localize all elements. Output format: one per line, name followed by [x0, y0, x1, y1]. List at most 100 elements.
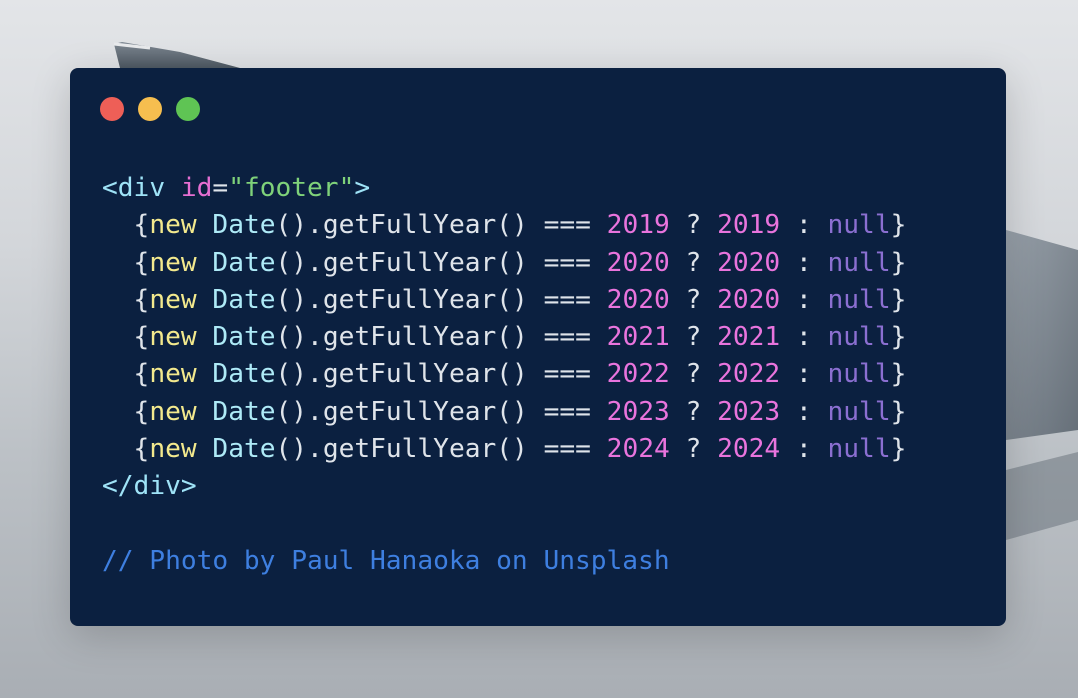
- close-tag-lt: </: [102, 471, 134, 502]
- token-colon: :: [795, 210, 812, 241]
- token-year2: 2024: [717, 434, 781, 465]
- minimize-dot-icon: [138, 97, 162, 121]
- token-close-brace: }: [890, 322, 907, 353]
- token-op: ===: [543, 247, 591, 278]
- token-null: null: [827, 284, 891, 315]
- token-colon: :: [795, 396, 812, 427]
- token-paren-pair: (): [275, 434, 308, 465]
- code-line: {new Date().getFullYear() === 2021 ? 202…: [102, 319, 907, 356]
- token-q: ?: [685, 434, 702, 465]
- wing-lower-shape: [1006, 452, 1078, 540]
- token-colon: :: [795, 284, 812, 315]
- attr-value: "footer": [228, 173, 355, 203]
- token-year: 2020: [606, 247, 670, 278]
- token-method: .getFullYear: [307, 396, 497, 427]
- token-method: .getFullYear: [307, 322, 497, 353]
- token-paren-pair2: (): [496, 396, 528, 427]
- maximize-dot-icon: [176, 97, 200, 121]
- close-tag-name: div: [133, 471, 181, 502]
- code-line-open-tag: <div id="footer">: [102, 170, 906, 207]
- token-kw-new: new: [149, 210, 197, 241]
- token-open-brace: {: [133, 284, 150, 315]
- token-q: ?: [685, 359, 702, 390]
- token-cls: Date: [212, 434, 276, 465]
- code-line: {new Date().getFullYear() === 2022 ? 202…: [102, 356, 907, 393]
- token-cls: Date: [212, 284, 276, 315]
- token-method: .getFullYear: [307, 210, 497, 241]
- token-cls: Date: [212, 396, 276, 427]
- token-op: ===: [543, 396, 591, 427]
- token-q: ?: [685, 284, 702, 315]
- token-paren-pair: (): [275, 396, 308, 427]
- token-paren-pair: (): [275, 322, 308, 353]
- token-cls: Date: [212, 210, 276, 241]
- token-paren-pair2: (): [496, 434, 528, 465]
- token-year: 2022: [606, 359, 670, 390]
- token-null: null: [827, 247, 891, 278]
- token-op: ===: [543, 434, 591, 465]
- token-paren-pair2: (): [496, 359, 528, 390]
- token-close-brace: }: [890, 284, 907, 315]
- code-line: {new Date().getFullYear() === 2020 ? 202…: [102, 245, 907, 282]
- token-method: .getFullYear: [307, 359, 497, 390]
- token-q: ?: [685, 322, 702, 353]
- token-year2: 2023: [717, 396, 781, 427]
- code-line: {new Date().getFullYear() === 2024 ? 202…: [102, 431, 907, 468]
- token-colon: :: [795, 247, 812, 278]
- code-line: {new Date().getFullYear() === 2023 ? 202…: [102, 394, 907, 431]
- code-line: {new Date().getFullYear() === 2019 ? 201…: [102, 207, 907, 244]
- close-tag-gt: >: [180, 471, 197, 502]
- token-op: ===: [543, 284, 591, 315]
- wing-right-shape: [1006, 230, 1078, 440]
- token-year: 2021: [606, 322, 670, 353]
- token-colon: :: [795, 434, 812, 465]
- token-method: .getFullYear: [307, 434, 497, 465]
- token-method: .getFullYear: [307, 284, 497, 315]
- token-q: ?: [685, 247, 702, 278]
- token-open-brace: {: [133, 322, 150, 353]
- token-close-brace: }: [890, 434, 907, 465]
- tag-name: div: [117, 173, 166, 203]
- tag-lt: <: [102, 173, 118, 203]
- token-close-brace: }: [890, 396, 907, 427]
- token-year: 2019: [606, 210, 670, 241]
- token-open-brace: {: [133, 434, 150, 465]
- token-colon: :: [795, 322, 812, 353]
- token-kw-new: new: [149, 359, 197, 390]
- token-year: 2020: [606, 284, 670, 315]
- token-kw-new: new: [149, 284, 197, 315]
- token-kw-new: new: [149, 322, 197, 353]
- token-op: ===: [543, 322, 591, 353]
- token-q: ?: [685, 210, 702, 241]
- token-paren-pair2: (): [496, 322, 528, 353]
- token-colon: :: [795, 359, 812, 390]
- token-null: null: [827, 434, 891, 465]
- token-open-brace: {: [133, 247, 150, 278]
- token-cls: Date: [212, 322, 276, 353]
- code-line-comment: // Photo by Paul Hanaoka on Unsplash: [102, 543, 906, 580]
- token-paren-pair: (): [275, 284, 308, 315]
- code-comment: // Photo by Paul Hanaoka on Unsplash: [102, 545, 670, 576]
- token-paren-pair2: (): [496, 210, 528, 241]
- code-line-close-tag: </div>: [102, 468, 906, 505]
- token-paren-pair: (): [275, 210, 308, 241]
- token-null: null: [827, 322, 891, 353]
- token-kw-new: new: [149, 247, 197, 278]
- token-kw-new: new: [149, 396, 197, 427]
- token-kw-new: new: [149, 434, 197, 465]
- token-open-brace: {: [133, 210, 150, 241]
- token-op: ===: [543, 210, 591, 241]
- token-year2: 2020: [717, 247, 781, 278]
- token-close-brace: }: [890, 359, 907, 390]
- token-cls: Date: [212, 247, 276, 278]
- close-dot-icon: [100, 97, 124, 121]
- code-block: <div id="footer"> {new Date().getFullYea…: [102, 170, 906, 580]
- token-close-brace: }: [890, 210, 907, 241]
- token-year2: 2022: [717, 359, 781, 390]
- token-year2: 2019: [717, 210, 781, 241]
- token-paren-pair2: (): [496, 247, 528, 278]
